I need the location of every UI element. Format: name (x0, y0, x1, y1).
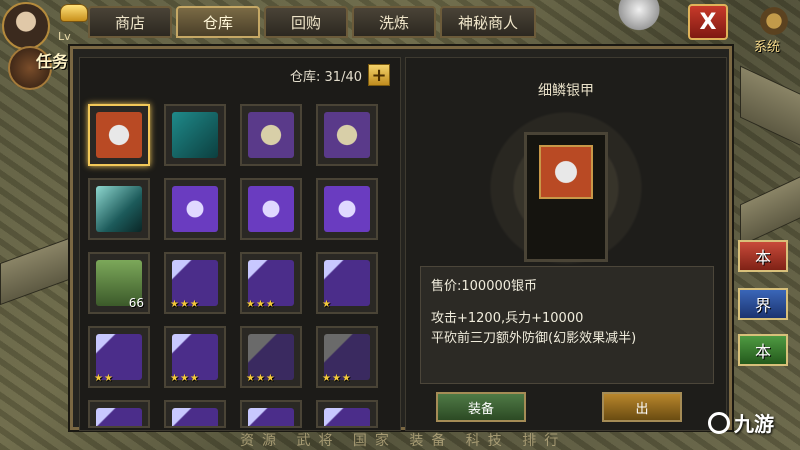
star-rating: ★★ (94, 373, 114, 384)
inventory-slot[interactable]: 66 (88, 252, 150, 314)
axe-purple-icon (172, 408, 218, 426)
scroll-purple-icon (172, 186, 218, 232)
inventory-slot[interactable] (88, 400, 150, 428)
tab-refine[interactable]: 洗炼 (352, 6, 436, 38)
item-showcase (524, 132, 608, 262)
star-rating: ★★★ (170, 373, 200, 384)
close-button[interactable]: X (688, 4, 728, 40)
item-quantity: 66 (128, 296, 144, 310)
map-wall (0, 236, 72, 306)
inventory-slot[interactable]: ★★★ (164, 326, 226, 388)
inventory-slot[interactable]: ★ (316, 252, 378, 314)
watermark-text: 九游 (734, 412, 774, 436)
item-description: 售价:100000银币 攻击+1200,兵力+10000 平砍前三刀额外防御(幻… (420, 266, 714, 384)
star-rating: ★★★ (322, 373, 352, 384)
inventory-slot[interactable] (88, 104, 150, 166)
item-stats: 攻击+1200,兵力+10000 (431, 311, 584, 326)
inventory-slot[interactable]: ★★ (88, 326, 150, 388)
expand-button[interactable]: + (368, 64, 390, 86)
inventory-slot[interactable]: ★★★ (240, 326, 302, 388)
star-rating: ★ (322, 299, 332, 310)
item-name: 细鳞银甲 (538, 83, 594, 99)
task-label: 任务 (36, 52, 69, 71)
tab-shop[interactable]: 商店 (88, 6, 172, 38)
inventory-slot[interactable] (164, 104, 226, 166)
system-label[interactable]: 系统 (754, 36, 780, 55)
capacity-label: 仓库: 31/40 (290, 69, 362, 85)
map-wall (740, 175, 800, 247)
inventory-slot[interactable] (240, 104, 302, 166)
map-wall (740, 65, 800, 147)
equip-button[interactable]: 装备 (436, 392, 526, 422)
tab-mystery-merchant[interactable]: 神秘商人 (440, 6, 536, 38)
inventory-slot[interactable] (316, 104, 378, 166)
star-rating: ★★★ (170, 299, 200, 310)
tab-buyback[interactable]: 回购 (264, 6, 348, 38)
capacity-row: 仓库: 31/40 + (80, 62, 390, 88)
gold-ingot-icon (60, 4, 88, 22)
scroll-purple-icon (324, 186, 370, 232)
tab-warehouse[interactable]: 仓库 (176, 6, 260, 38)
moon-decoration (614, 0, 664, 32)
side-button-1[interactable]: 本 (738, 240, 788, 272)
armor-red-icon (96, 112, 142, 158)
inventory-slot[interactable] (88, 178, 150, 240)
inventory-slot[interactable]: ★★★ (240, 252, 302, 314)
inventory-slot[interactable] (240, 400, 302, 428)
star-rating: ★★★ (246, 299, 276, 310)
item-price: 售价:100000银币 (431, 279, 538, 294)
star-rating: ★★★ (246, 373, 276, 384)
inventory-slot[interactable]: ★★★ (164, 252, 226, 314)
axe-purple-icon (96, 408, 142, 426)
ore-purple-icon (324, 112, 370, 158)
scroll-purple-icon (248, 186, 294, 232)
inventory-pane: 仓库: 31/40 + 66 ★★★ ★★★ ★ ★★ ★★★ ★★★ ★★★ (79, 57, 401, 431)
side-button-3[interactable]: 本 (738, 334, 788, 366)
scroll-teal-icon (172, 112, 218, 158)
sell-button[interactable]: 出 (602, 392, 682, 422)
ore-purple-icon (248, 112, 294, 158)
sword-teal-icon (96, 186, 142, 232)
watermark-logo-icon (708, 411, 730, 434)
bottom-nav-strip: 资源 武将 国家 装备 科技 排行 (240, 433, 567, 449)
axe-purple-icon (248, 408, 294, 426)
item-detail-pane: 细鳞银甲 售价:100000银币 攻击+1200,兵力+10000 平砍前三刀额… (405, 57, 727, 431)
side-button-2[interactable]: 界 (738, 288, 788, 320)
player-avatar[interactable] (2, 2, 50, 50)
inventory-slot[interactable] (164, 400, 226, 428)
watermark: 九游 (708, 408, 774, 437)
warehouse-panel: 仓库: 31/40 + 66 ★★★ ★★★ ★ ★★ ★★★ ★★★ ★★★ 细鳞银甲 售价… (70, 46, 732, 431)
inventory-slot[interactable] (316, 400, 378, 428)
gear-icon[interactable] (756, 4, 792, 38)
tab-bar: 商店 仓库 回购 洗炼 神秘商人 (88, 6, 536, 38)
item-effect: 平砍前三刀额外防御(幻影效果减半) (431, 331, 637, 346)
axe-purple-icon (324, 408, 370, 426)
armor-icon (539, 145, 593, 199)
inventory-slot[interactable]: ★★★ (316, 326, 378, 388)
inventory-slot[interactable] (240, 178, 302, 240)
level-label: Lv (58, 30, 71, 43)
inventory-slot[interactable] (316, 178, 378, 240)
inventory-slot[interactable] (164, 178, 226, 240)
